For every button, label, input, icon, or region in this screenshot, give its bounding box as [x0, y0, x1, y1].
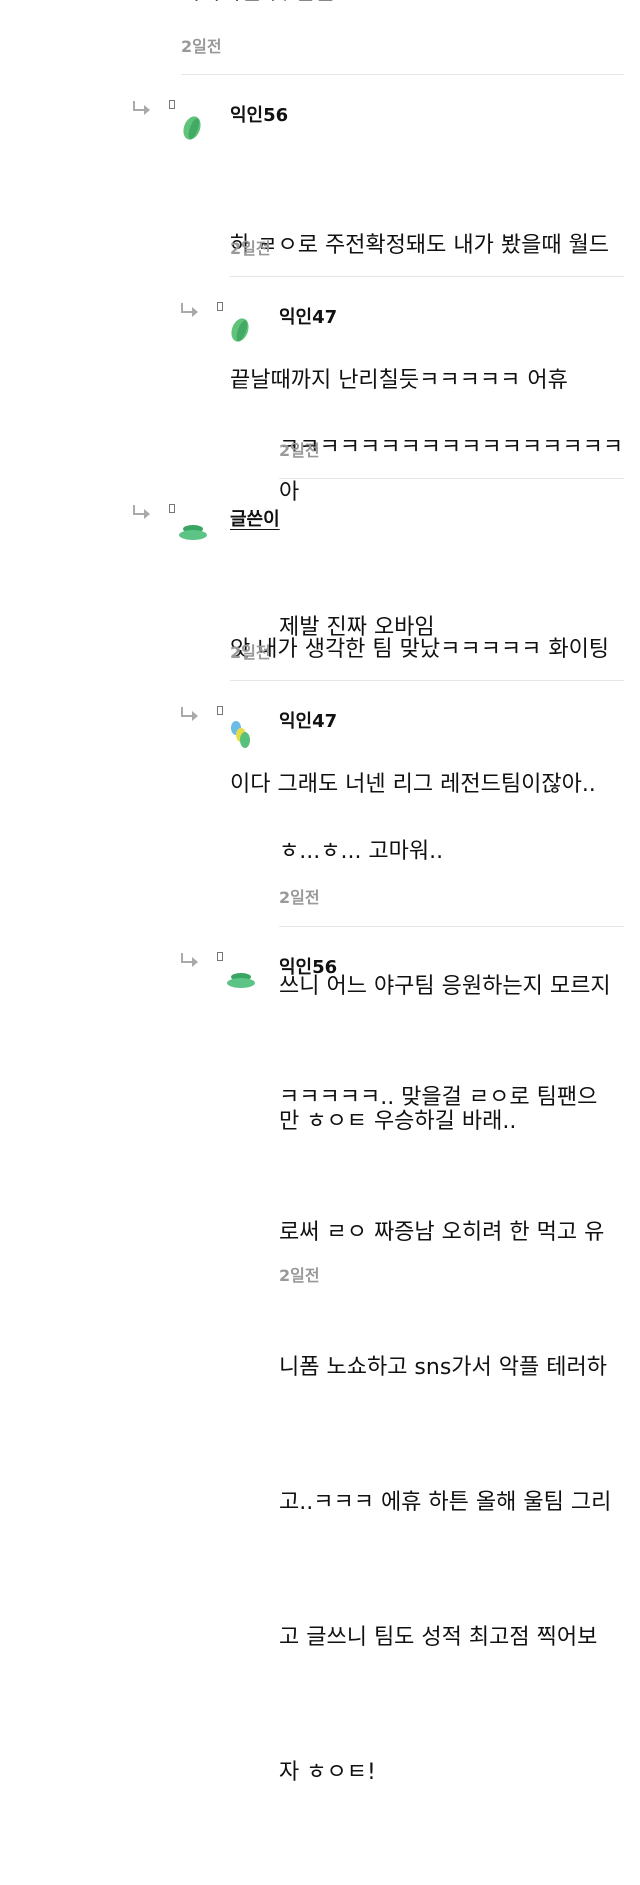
- author-name[interactable]: 익인47: [279, 303, 337, 329]
- comment-line: 앗 내가 생각한 팀 맞났ㅋㅋㅋㅋㅋ 화이팅: [230, 637, 610, 662]
- comment-line: 로써 ㄹㅇ 짜증남 오히려 한 먹고 유: [279, 1220, 605, 1245]
- author-name[interactable]: 익인56: [279, 953, 337, 979]
- comment-line: 하 ㄹㅇ로 주전확정돼도 내가 봤을때 월드: [230, 233, 610, 258]
- reply-arrow-icon: [181, 707, 198, 721]
- divider: [230, 276, 624, 277]
- comment-line: ㅎ...ㅎ... 고마워..: [279, 839, 444, 864]
- comment-line: 고 글쓰니 팀도 성적 최고점 찍어보: [279, 1625, 598, 1650]
- avatar[interactable]: [228, 718, 254, 750]
- comment-line: ㅋㅋㅋㅋㅋ.. 맞을걸 ㄹㅇ로 팀팬으: [279, 1085, 598, 1110]
- reply-arrow-icon: [181, 953, 198, 967]
- comment-line: 자 ㅎㅇㅌ!: [279, 1760, 376, 1785]
- comment-text-partial: 미치미일 것 같음: [180, 0, 336, 8]
- divider: [230, 680, 624, 681]
- image-placeholder-icon: [217, 952, 223, 961]
- comment-time: 2일전: [230, 239, 271, 258]
- divider: [279, 478, 624, 479]
- avatar[interactable]: [177, 522, 209, 542]
- reply-arrow-icon: [133, 101, 150, 115]
- author-name[interactable]: 익인56: [230, 101, 288, 127]
- comment-text: ㅋㅋㅋㅋㅋ.. 맞을걸 ㄹㅇ로 팀팬으 로써 ㄹㅇ 짜증남 오히려 한 먹고 유…: [279, 985, 611, 1885]
- image-placeholder-icon: [169, 100, 175, 109]
- image-placeholder-icon: [217, 302, 223, 311]
- image-placeholder-icon: [169, 504, 175, 513]
- comment-line: ㅋㅋㅋㅋㅋㅋㅋㅋㅋㅋㅋㅋㅋㅋㅋㅋㅋ 아: [279, 435, 631, 505]
- comment-time: 2일전: [230, 643, 271, 662]
- author-name-op[interactable]: 글쓴이: [230, 505, 280, 531]
- divider: [279, 926, 624, 927]
- author-name[interactable]: 익인47: [279, 707, 337, 733]
- comment-line: 고..ㅋㅋㅋ 에휴 하튼 올해 울팀 그리: [279, 1490, 612, 1515]
- reply-arrow-icon: [133, 505, 150, 519]
- avatar[interactable]: [225, 970, 257, 990]
- reply-arrow-icon: [181, 303, 198, 317]
- comment-time: 2일전: [279, 888, 320, 907]
- avatar[interactable]: [228, 316, 252, 344]
- comment-time: 2일전: [181, 37, 222, 56]
- comment-line: 니폼 노쇼하고 sns가서 악플 테러하: [279, 1355, 607, 1380]
- comment-time: 2일전: [279, 441, 320, 460]
- image-placeholder-icon: [217, 706, 223, 715]
- divider: [181, 74, 624, 75]
- comment-time: 2일전: [279, 1266, 320, 1285]
- avatar[interactable]: [180, 114, 204, 142]
